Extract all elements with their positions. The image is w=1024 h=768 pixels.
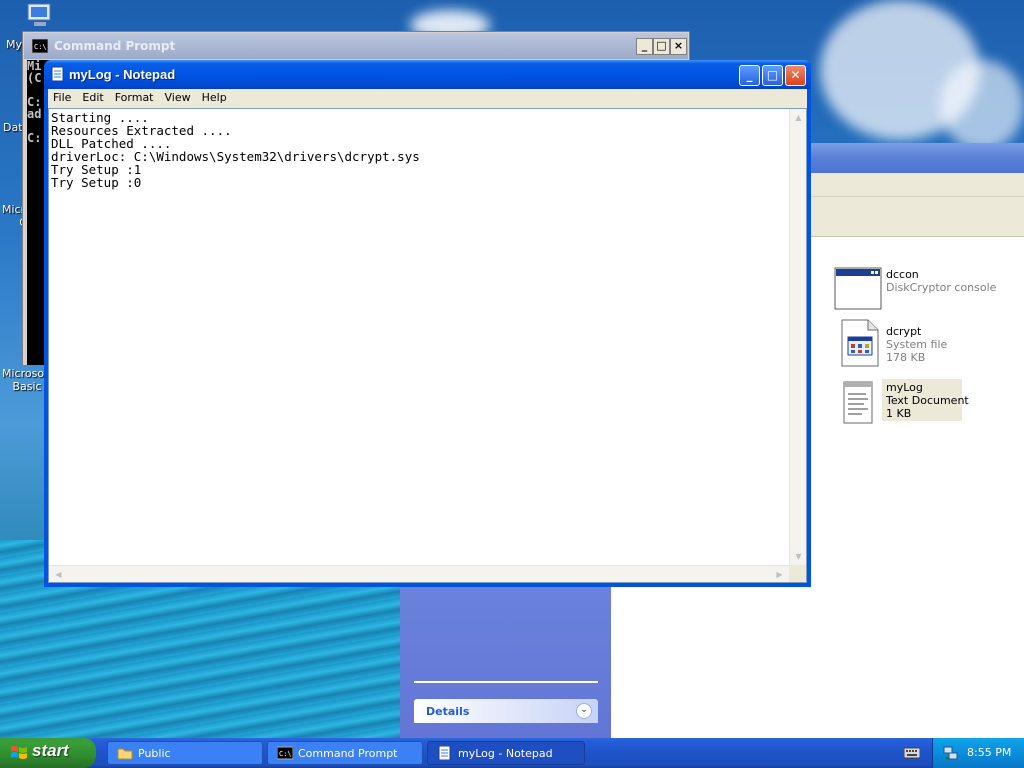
taskbar-button-notepad[interactable]: myLog - Notepad xyxy=(427,741,585,765)
clock[interactable]: 8:55 PM xyxy=(967,746,1011,759)
notepad-app-icon xyxy=(51,66,64,82)
notepad-menubar: File Edit Format View Help xyxy=(48,89,807,108)
notepad-window[interactable]: myLog - Notepad _ □ ✕ File Edit Format View… xyxy=(44,60,811,587)
network-icon[interactable] xyxy=(943,745,959,761)
notepad-titlebar[interactable]: myLog - Notepad _ □ ✕ xyxy=(44,60,811,89)
start-label: start xyxy=(32,741,69,760)
menu-file[interactable]: File xyxy=(48,89,77,104)
chevron-down-icon[interactable]: ⌄ xyxy=(576,703,592,719)
cmd-app-icon: C:\ xyxy=(277,746,293,760)
scroll-right-icon[interactable]: ▶ xyxy=(772,567,787,582)
close-button[interactable]: × xyxy=(670,38,687,55)
task-pane-divider xyxy=(414,681,598,683)
menu-edit[interactable]: Edit xyxy=(77,89,109,104)
my-computer-icon[interactable] xyxy=(24,2,56,30)
file-type: System file xyxy=(886,338,948,351)
details-label: Details xyxy=(426,705,470,718)
menu-help[interactable]: Help xyxy=(197,89,233,104)
task-label: Public xyxy=(138,747,171,760)
system-tray: 8:55 PM xyxy=(932,738,1024,768)
start-button[interactable]: start xyxy=(0,738,96,768)
scroll-up-icon[interactable]: ▲ xyxy=(791,110,806,125)
notepad-text[interactable]: Starting .... Resources Extracted .... D… xyxy=(51,111,420,189)
folder-icon xyxy=(117,748,133,760)
svg-text:C:\: C:\ xyxy=(279,750,292,758)
close-button[interactable]: ✕ xyxy=(785,65,806,86)
menu-view[interactable]: View xyxy=(160,89,197,104)
text-document-icon xyxy=(843,381,873,424)
file-item-dcrypt[interactable]: dcrypt System file 178 KB xyxy=(834,319,1014,373)
cmd-app-icon: C:\ xyxy=(32,39,48,53)
file-size: 1 KB xyxy=(886,407,912,420)
file-type: DiskCryptor console xyxy=(886,281,997,294)
system-file-icon xyxy=(841,319,879,367)
details-panel-header[interactable]: Details ⌄ xyxy=(414,699,598,723)
taskbar-button-public[interactable]: Public xyxy=(107,741,263,765)
scroll-down-icon[interactable]: ▼ xyxy=(791,549,806,564)
resize-grip-icon[interactable] xyxy=(789,565,806,582)
minimize-button[interactable]: _ xyxy=(636,38,653,55)
horizontal-scrollbar[interactable]: ◀ ▶ xyxy=(49,565,789,582)
wallpaper-cloud xyxy=(940,60,1024,150)
desktop-icon-label[interactable]: My xyxy=(6,38,22,51)
minimize-button[interactable]: _ xyxy=(739,65,760,86)
task-label: myLog - Notepad xyxy=(458,747,553,760)
file-item-dccon[interactable]: dccon DiskCryptor console xyxy=(834,267,1014,316)
menu-format[interactable]: Format xyxy=(110,89,160,104)
notepad-title: myLog - Notepad xyxy=(69,67,176,82)
vertical-scrollbar[interactable]: ▲ ▼ xyxy=(789,109,806,565)
scroll-left-icon[interactable]: ◀ xyxy=(51,567,66,582)
file-size: 178 KB xyxy=(886,351,926,364)
taskbar-button-command-prompt[interactable]: C:\ Command Prompt xyxy=(267,741,423,765)
task-label: Command Prompt xyxy=(298,747,398,760)
maximize-button[interactable]: □ xyxy=(653,38,670,55)
windows-flag-icon xyxy=(11,746,27,759)
file-name: dccon xyxy=(886,268,919,281)
notepad-edit-area[interactable]: Starting .... Resources Extracted .... D… xyxy=(48,108,807,583)
file-name: dcrypt xyxy=(886,325,922,338)
cmd-titlebar[interactable]: C:\ Command Prompt _ □ × xyxy=(24,33,688,59)
console-app-icon xyxy=(834,267,882,310)
file-item-mylog[interactable]: myLog Text Document 1 KB xyxy=(834,379,1014,429)
file-name: myLog xyxy=(886,381,923,394)
svg-text:C:\: C:\ xyxy=(34,43,47,51)
notepad-app-icon xyxy=(438,746,451,760)
cmd-title: Command Prompt xyxy=(54,39,176,53)
keyboard-icon[interactable] xyxy=(904,747,920,759)
file-type: Text Document xyxy=(886,394,969,407)
maximize-button[interactable]: □ xyxy=(762,65,783,86)
taskbar: start Public C:\ Command Prompt myLog - … xyxy=(0,738,1024,768)
